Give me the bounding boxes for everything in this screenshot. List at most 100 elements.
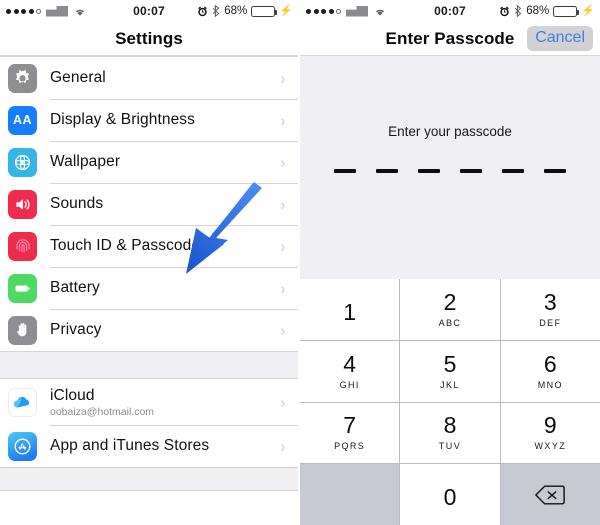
keypad-key-0[interactable]: 0 [400, 464, 500, 525]
keypad-key-7[interactable]: 7 PQRS [300, 402, 400, 464]
sidebar-item-privacy[interactable]: Privacy › [0, 309, 298, 351]
keypad-key-6[interactable]: 6 MNO [500, 340, 600, 402]
passcode-slot [418, 169, 440, 173]
keypad-digit: 6 [543, 350, 557, 377]
passcode-slot [544, 169, 566, 173]
chevron-right-icon: › [280, 278, 286, 298]
status-bar-right: 00:07 68% ⚡ [300, 0, 600, 22]
keypad-digit: 5 [443, 350, 457, 377]
sidebar-item-label: Wallpaper [50, 153, 121, 170]
keypad-key-1[interactable]: 1 [300, 279, 400, 340]
list-item[interactable] [0, 491, 298, 525]
keypad-letters: PQRS [334, 441, 366, 452]
row-text: App and iTunes Stores [50, 437, 280, 455]
passcode-nav-bar: Enter Passcode Cancel [300, 22, 600, 56]
keypad-key-blank [300, 464, 400, 525]
text-size-aa-icon: AA [8, 105, 37, 135]
sidebar-item-label: Battery [50, 279, 100, 296]
fingerprint-icon [8, 231, 37, 261]
speaker-icon [8, 189, 37, 219]
settings-group-2: iCloud oobaiza@hotmail.com › App and iTu… [0, 378, 298, 468]
sidebar-item-wallpaper[interactable]: Wallpaper › [0, 141, 298, 183]
keypad-key-delete[interactable] [500, 464, 600, 525]
keypad-key-4[interactable]: 4 GHI [300, 340, 400, 402]
row-text: Touch ID & Passcode [50, 237, 280, 255]
dual-screenshot-container: 00:07 68% ⚡ Settings General › AA Displa… [0, 0, 600, 525]
gear-icon [8, 63, 37, 93]
keypad-letters: ABC [438, 317, 462, 328]
passcode-slot [376, 169, 398, 173]
keypad-digit: 0 [443, 484, 457, 511]
sidebar-item-label: Touch ID & Passcode [50, 237, 201, 254]
status-bar-left: 00:07 68% ⚡ [0, 0, 298, 22]
row-text: Display & Brightness [50, 111, 280, 129]
sidebar-item-display-brightness[interactable]: AA Display & Brightness › [0, 99, 298, 141]
sidebar-item-sounds[interactable]: Sounds › [0, 183, 298, 225]
wallpaper-flower-icon [8, 147, 37, 177]
chevron-right-icon: › [280, 320, 286, 340]
chevron-right-icon: › [280, 152, 286, 172]
row-text: Battery [50, 279, 280, 297]
passcode-body: Enter your passcode 1 2 ABC 3 DEF 4 GHI … [300, 56, 600, 525]
keypad-letters: DEF [539, 317, 562, 328]
keypad-letters: GHI [339, 379, 360, 390]
keypad-digit: 8 [443, 412, 457, 439]
sidebar-item-label: App and iTunes Stores [50, 437, 210, 454]
passcode-slot [502, 169, 524, 173]
chevron-right-icon: › [280, 194, 286, 214]
sidebar-item-general[interactable]: General › [0, 57, 298, 99]
aa-icon-label: AA [12, 113, 33, 127]
chevron-right-icon: › [280, 392, 286, 412]
page-title: Enter Passcode [385, 28, 515, 48]
list-section-gap-bottom [0, 468, 298, 490]
sidebar-item-battery[interactable]: Battery › [0, 267, 298, 309]
settings-group-1: General › AA Display & Brightness › Wall… [0, 56, 298, 352]
keypad-letters: TUV [438, 441, 462, 452]
passcode-slot [334, 169, 356, 173]
sidebar-item-icloud[interactable]: iCloud oobaiza@hotmail.com › [0, 379, 298, 425]
sidebar-item-label: General [50, 69, 106, 86]
keypad-letters: JKL [440, 379, 460, 390]
keypad-letters: WXYZ [534, 441, 567, 452]
list-section-gap [0, 352, 298, 378]
sidebar-item-touch-id-passcode[interactable]: Touch ID & Passcode › [0, 225, 298, 267]
keypad-digit: 9 [543, 412, 557, 439]
keypad-key-2[interactable]: 2 ABC [400, 279, 500, 340]
chevron-right-icon: › [280, 436, 286, 456]
passcode-slot [460, 169, 482, 173]
app-store-icon [8, 431, 37, 461]
keypad-digit: 4 [343, 350, 357, 377]
row-text: General [50, 69, 280, 87]
keypad-key-9[interactable]: 9 WXYZ [500, 402, 600, 464]
passcode-entry-area: Enter your passcode [300, 56, 600, 279]
row-text: Privacy [50, 321, 280, 339]
sidebar-item-app-itunes-stores[interactable]: App and iTunes Stores › [0, 425, 298, 467]
battery-icon [553, 5, 580, 17]
row-text: iCloud oobaiza@hotmail.com [50, 387, 280, 418]
delete-backspace-icon [535, 484, 566, 506]
passcode-slots [300, 169, 600, 173]
keypad-key-3[interactable]: 3 DEF [500, 279, 600, 340]
sidebar-item-label: Sounds [50, 195, 104, 212]
row-text: Wallpaper [50, 153, 280, 171]
passcode-prompt-label: Enter your passcode [388, 124, 512, 139]
passcode-screen: 00:07 68% ⚡ Enter Passcode Cancel Enter … [300, 0, 600, 525]
battery-icon [8, 273, 37, 303]
row-text: Sounds [50, 195, 280, 213]
keypad-digit: 7 [343, 412, 357, 439]
chevron-right-icon: › [280, 110, 286, 130]
cancel-button[interactable]: Cancel [527, 26, 593, 52]
keypad-key-8[interactable]: 8 TUV [400, 402, 500, 464]
settings-nav-bar: Settings [0, 22, 298, 56]
numeric-keypad[interactable]: 1 2 ABC 3 DEF 4 GHI 5 JKL 6 MNO 7 PQRS 8… [300, 279, 600, 525]
settings-list[interactable]: General › AA Display & Brightness › Wall… [0, 56, 298, 525]
keypad-key-5[interactable]: 5 JKL [400, 340, 500, 402]
settings-screen: 00:07 68% ⚡ Settings General › AA Displa… [0, 0, 300, 525]
keypad-digit: 1 [343, 298, 357, 325]
page-title: Settings [115, 28, 183, 48]
keypad-digit: 3 [543, 288, 557, 315]
keypad-letters: MNO [537, 379, 563, 390]
icloud-account-email: oobaiza@hotmail.com [50, 405, 155, 418]
hand-icon [8, 315, 37, 345]
settings-group-3-partial [0, 490, 298, 525]
